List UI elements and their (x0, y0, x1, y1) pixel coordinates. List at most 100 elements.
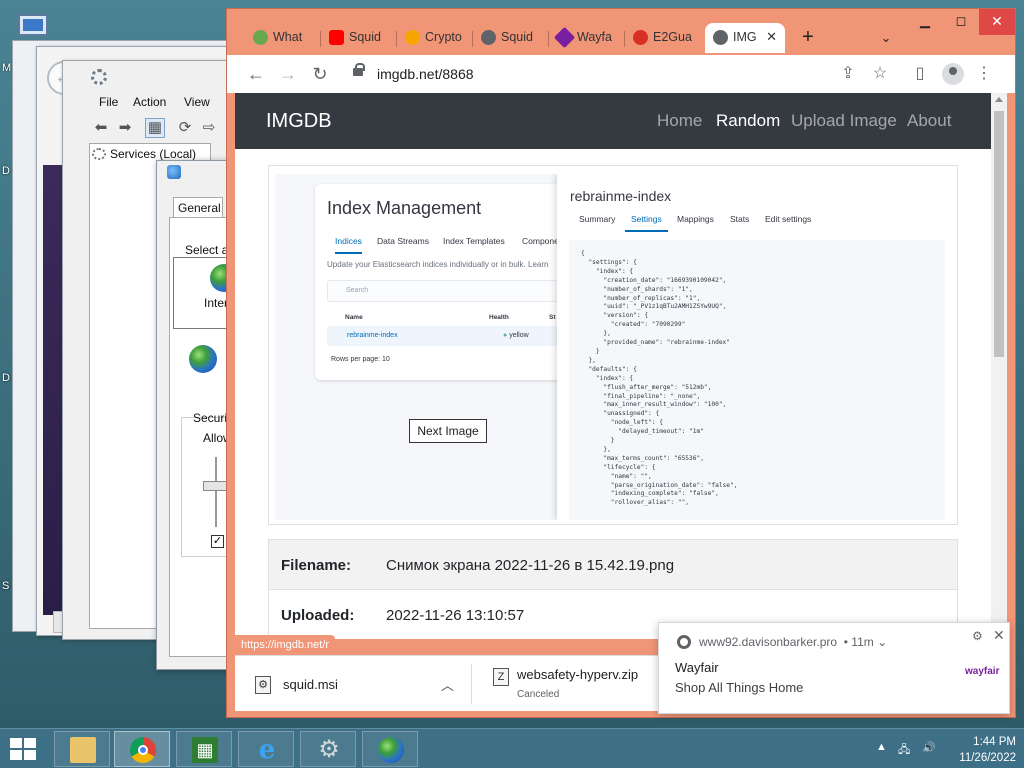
forward-icon[interactable]: ➡ (115, 118, 135, 138)
im-description: Update your Elasticsearch indices indivi… (327, 260, 549, 269)
nav-random[interactable]: Random (716, 111, 780, 131)
download-item-websafety[interactable]: Z websafety-hyperv.zip Canceled (481, 656, 681, 712)
taskbar-internet-explorer[interactable]: e (238, 731, 294, 767)
notification-source: www92.davisonbarker.pro • 11m ⌄ (699, 635, 887, 649)
zone-list[interactable]: Inter (173, 257, 238, 329)
page-viewport: IMGDB Home Random Upload Image About Ind… (235, 93, 1007, 639)
site-brand[interactable]: IMGDB (266, 110, 332, 133)
taskbar-calculator[interactable]: ▦ (176, 731, 232, 767)
tab-label: Crypto (425, 30, 462, 44)
nav-upload-image[interactable]: Upload Image (791, 111, 897, 131)
tab-imgdb-active[interactable]: IMG ✕ (705, 23, 785, 53)
tab-favicon (253, 30, 268, 45)
wayfair-icon (553, 26, 576, 49)
gear-icon (91, 69, 107, 85)
lock-icon[interactable] (353, 63, 365, 76)
close-icon[interactable]: ✕ (993, 627, 1005, 644)
internet-options-icon (167, 165, 181, 179)
folder-icon (70, 737, 96, 763)
back-arrow-icon[interactable]: ← (245, 63, 267, 85)
system-clock[interactable]: 1:44 PM 11/26/2022 (946, 734, 1016, 766)
page-scrollbar[interactable] (991, 93, 1007, 639)
address-bar[interactable]: imgdb.net/8868 (341, 60, 901, 88)
kebab-menu-icon[interactable]: ⋮ (974, 64, 994, 84)
protected-mode-checkbox[interactable]: ✓ (211, 535, 224, 548)
index-settings-flyout: rebrainme-index Summary Settings Mapping… (557, 174, 953, 520)
taskbar-file-explorer[interactable] (54, 731, 110, 767)
index-management-title: Index Management (327, 198, 482, 218)
scroll-up-arrow-icon[interactable] (995, 97, 1003, 102)
tab-squid-2[interactable]: Squid (473, 23, 549, 53)
uploaded-value: 2022-11-26 13:10:57 (386, 607, 525, 624)
tab-search-chevron-icon[interactable]: ⌄ (875, 27, 897, 49)
youtube-icon (329, 30, 344, 45)
menu-file[interactable]: File (99, 95, 118, 109)
forward-arrow-icon[interactable]: → (277, 63, 299, 85)
volume-icon[interactable]: 🔊 (922, 741, 936, 754)
tab-label: E2Gua (653, 30, 692, 44)
taskbar-services[interactable]: ⚙ (300, 731, 356, 767)
menu-view[interactable]: View (184, 95, 210, 109)
tab-general[interactable]: General (173, 197, 223, 217)
chevron-up-icon[interactable]: ︿ (441, 675, 454, 694)
desktop-label: S (2, 580, 10, 592)
chevron-down-icon[interactable]: ⌄ (877, 635, 887, 649)
zone-internet-label: Inter (204, 296, 229, 310)
scroll-thumb[interactable] (994, 111, 1004, 357)
tray-expand-icon[interactable]: ▲ (876, 741, 887, 753)
push-notification[interactable]: www92.davisonbarker.pro • 11m ⌄ ⚙ ✕ Wayf… (658, 622, 1010, 714)
url-text[interactable]: imgdb.net/8868 (377, 66, 474, 82)
export-icon[interactable]: ⇨ (199, 118, 219, 138)
close-window-button[interactable]: ✕ (979, 9, 1015, 35)
share-icon[interactable]: ⇪ (838, 64, 858, 84)
new-tab-button[interactable]: + (797, 27, 819, 49)
security-slider[interactable] (203, 481, 227, 491)
uploaded-label: Uploaded: (281, 607, 355, 624)
maximize-button[interactable]: ◻ (943, 9, 979, 35)
profile-avatar[interactable] (942, 63, 964, 85)
start-button[interactable] (8, 737, 38, 761)
tab-label: Wayfa (577, 30, 612, 44)
chrome-icon (130, 737, 156, 763)
desktop-label: M (2, 62, 12, 74)
bookmark-star-icon[interactable]: ☆ (870, 64, 890, 84)
tab-favicon (405, 30, 420, 45)
globe-icon (481, 30, 496, 45)
back-icon[interactable]: ⬅ (91, 118, 111, 138)
tab-label: Squid (349, 30, 381, 44)
flyout-tab-mappings: Mappings (677, 214, 714, 224)
tab-crypto[interactable]: Crypto (397, 23, 473, 53)
next-image-button[interactable]: Next Image (409, 419, 487, 443)
side-panel-icon[interactable]: ▯ (910, 64, 930, 84)
console-tree-icon[interactable]: ▦ (145, 118, 165, 138)
nav-home[interactable]: Home (657, 111, 702, 131)
tab-squid[interactable]: Squid (321, 23, 397, 53)
nav-about[interactable]: About (907, 111, 951, 131)
tab-e2guardian[interactable]: E2Gua (625, 23, 701, 53)
select-zone-label: Select a (185, 243, 229, 257)
minimize-button[interactable]: ▁ (907, 9, 943, 35)
tab-wayfair[interactable]: Wayfa (549, 23, 625, 53)
info-row-filename: Filename: Снимок экрана 2022-11-26 в 15.… (269, 540, 957, 590)
download-status: Canceled (517, 689, 560, 700)
taskbar-chrome[interactable] (114, 731, 170, 767)
reload-icon[interactable]: ↻ (309, 63, 331, 85)
download-item-squid[interactable]: ⚙ squid.msi ︿ (235, 656, 471, 712)
chrome-icon (677, 635, 691, 649)
gear-icon: ⚙ (318, 736, 340, 763)
tree-node-services-local[interactable]: Services (Local) (92, 147, 196, 161)
close-tab-icon[interactable]: ✕ (766, 29, 777, 45)
gear-icon[interactable]: ⚙ (972, 629, 983, 643)
taskbar-internet-options[interactable] (362, 731, 418, 767)
tab-what[interactable]: What (245, 23, 321, 53)
menu-action[interactable]: Action (133, 95, 166, 109)
im-tab-data-streams: Data Streams (377, 236, 429, 246)
taskbar: ▦ e ⚙ ▲ 🖧 🔊 1:44 PM 11/26/2022 (0, 728, 1024, 768)
network-icon[interactable]: 🖧 (898, 741, 910, 760)
filename-label: Filename: (281, 557, 352, 574)
image-card: Index Management Indices Data Streams In… (268, 165, 958, 525)
browser-window[interactable]: What Squid Crypto Squid Wayfa E2Gua IMG … (226, 8, 1016, 718)
im-row-health: ● yellow (503, 332, 529, 339)
internet-explorer-icon: e (258, 735, 276, 765)
refresh-icon[interactable]: ⟳ (175, 118, 195, 138)
